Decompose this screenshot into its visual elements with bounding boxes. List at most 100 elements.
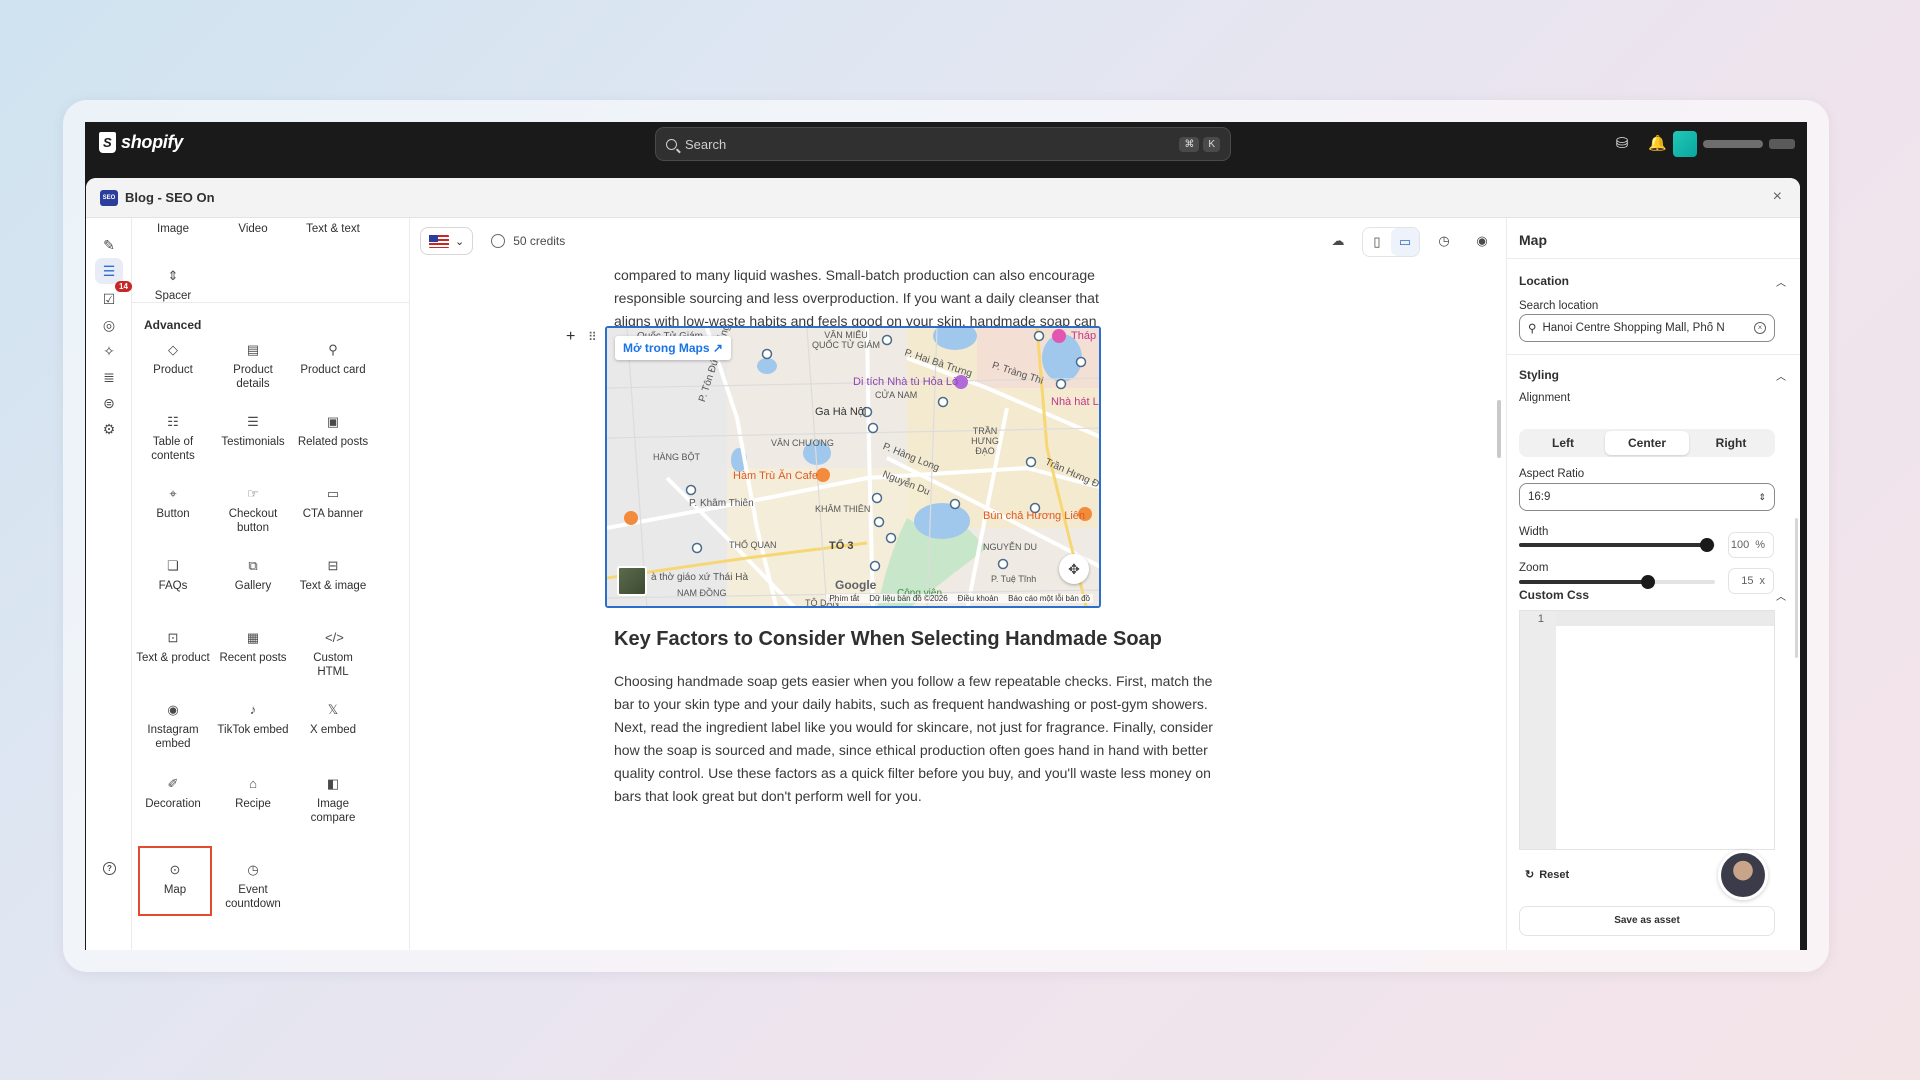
block-x-embed[interactable]: 𝕏 X embed — [296, 702, 370, 737]
credits-label: 50 credits — [513, 234, 566, 248]
search-seo-icon[interactable]: ⊜ — [95, 390, 123, 416]
block-recipe[interactable]: ⌂ Recipe — [216, 776, 290, 811]
align-left-option[interactable]: Left — [1521, 431, 1605, 455]
block-video[interactable]: Video — [216, 222, 290, 236]
chevron-up-icon[interactable]: ︿ — [1776, 588, 1786, 603]
layers-icon[interactable]: ◎ — [95, 312, 123, 338]
search-input[interactable]: Search ⌘ K — [655, 127, 1231, 161]
drag-handle-icon[interactable]: ⠿ — [588, 330, 597, 344]
width-label: Width — [1519, 526, 1549, 538]
block-faqs[interactable]: ❏ FAQs — [136, 558, 210, 593]
block-decoration[interactable]: ✐ Decoration — [136, 776, 210, 811]
store-switcher[interactable] — [1673, 131, 1795, 157]
help-icon[interactable]: ? — [103, 862, 116, 875]
map-fullscreen-icon[interactable]: ✥ — [1059, 554, 1089, 584]
block-event-countdown[interactable]: ◷ Event countdown — [216, 862, 290, 911]
cloud-sync-icon[interactable]: ☁ — [1324, 227, 1352, 255]
block-map[interactable]: ⊙ Map — [138, 846, 212, 916]
gear-icon[interactable]: ⚙ — [95, 416, 123, 442]
top-icons: ⛁ 🔔 — [1616, 134, 1667, 152]
block-image-compare[interactable]: ◧ Image compare — [296, 776, 370, 825]
block-table-of-contents[interactable]: ☷ Table of contents — [136, 414, 210, 463]
block-label: Product — [153, 364, 193, 376]
block-text-image[interactable]: ⊟ Text & image — [296, 558, 370, 593]
preview-eye-icon[interactable]: ◉ — [1468, 227, 1496, 255]
map-poi: Nhà hát L — [1051, 396, 1099, 408]
block-product-details[interactable]: ▤ Product details — [216, 342, 290, 391]
testimonials-icon: ☰ — [247, 414, 259, 429]
language-selector[interactable]: ⌄ — [420, 227, 474, 255]
map-data-credit: Dữ liệu bản đồ ©2026 — [869, 594, 948, 603]
desktop-view-icon[interactable]: ▭ — [1391, 228, 1419, 256]
width-value-box[interactable]: 100 % — [1728, 532, 1774, 558]
map-attribution: Phím tắt Dữ liệu bản đồ ©2026 Điều khoản… — [826, 594, 1093, 603]
width-slider[interactable] — [1519, 538, 1715, 552]
shopify-admin: shopify Search ⌘ K ⛁ 🔔 SEO Blog - SEO On… — [85, 122, 1807, 950]
custom-css-section-title[interactable]: Custom Css — [1519, 588, 1589, 602]
custom-css-editor[interactable]: 1 — [1519, 610, 1775, 850]
zoom-slider-handle[interactable] — [1641, 575, 1656, 589]
block-product[interactable]: ◇ Product — [136, 342, 210, 377]
align-right-option[interactable]: Right — [1689, 431, 1773, 455]
reset-button[interactable]: ↻ Reset — [1525, 868, 1569, 882]
add-block-icon[interactable]: + — [566, 328, 575, 346]
block-label: Product details — [233, 364, 273, 390]
settings-scrollbar[interactable] — [1795, 518, 1798, 658]
block-image[interactable]: Image — [136, 222, 210, 236]
spacer-icon: ⇕ — [167, 268, 179, 283]
block-tiktok-embed[interactable]: ♪ TikTok embed — [216, 702, 290, 737]
map-label: CỬA NAM — [875, 390, 918, 400]
clear-icon[interactable]: × — [1754, 322, 1766, 334]
chevron-up-icon[interactable]: ︿ — [1776, 368, 1786, 383]
x-icon: 𝕏 — [327, 702, 339, 717]
checklist-icon[interactable]: ☑ 14 — [95, 281, 132, 312]
keyboard-shortcuts-link[interactable]: Phím tắt — [829, 594, 859, 603]
canvas-scrollbar[interactable] — [1497, 400, 1501, 458]
block-label: Checkout button — [228, 508, 278, 534]
block-checkout-button[interactable]: ☞ Checkout button — [216, 486, 290, 535]
location-section-title[interactable]: Location — [1519, 274, 1569, 288]
styling-section-title[interactable]: Styling — [1519, 368, 1559, 382]
align-center-option[interactable]: Center — [1605, 431, 1689, 455]
aspect-ratio-value: 16:9 — [1528, 491, 1551, 503]
section-heading[interactable]: Key Factors to Consider When Selecting H… — [614, 628, 1162, 651]
store-icon[interactable]: ⛁ — [1616, 134, 1629, 152]
block-text-text[interactable]: Text & text — [296, 222, 370, 236]
edit-icon[interactable]: ✎ — [95, 232, 123, 258]
location-search-input[interactable]: ⚲ Hanoi Centre Shopping Mall, Phố N × — [1519, 314, 1775, 342]
map-embed[interactable]: Quốc Tử Giám VĂN MIẾU QUỐC TỬ GIÁM P. Ha… — [605, 326, 1101, 608]
block-cta-banner[interactable]: ▭ CTA banner — [296, 486, 370, 521]
block-product-card[interactable]: ⚲ Product card — [296, 342, 370, 377]
aspect-ratio-select[interactable]: 16:9 ⇕ — [1519, 483, 1775, 511]
bell-icon[interactable]: 🔔 — [1648, 134, 1667, 152]
width-slider-handle[interactable] — [1700, 538, 1715, 552]
block-custom-html[interactable]: </> Custom HTML — [296, 630, 370, 679]
zoom-slider[interactable] — [1519, 575, 1715, 589]
mobile-view-icon[interactable]: ▯ — [1363, 228, 1391, 256]
block-label: Instagram embed — [147, 724, 199, 750]
block-text-product[interactable]: ⊡ Text & product — [136, 630, 210, 665]
outline-icon[interactable]: ≣ — [95, 364, 123, 390]
open-in-maps-link[interactable]: Mở trong Maps ↗ — [615, 336, 731, 360]
chevron-up-icon[interactable]: ︿ — [1776, 274, 1786, 289]
terms-link[interactable]: Điều khoản — [958, 594, 998, 603]
save-as-asset-button[interactable]: Save as asset — [1519, 906, 1775, 936]
satellite-toggle[interactable] — [617, 566, 647, 596]
block-recent-posts[interactable]: ▦ Recent posts — [216, 630, 290, 665]
zoom-value-box[interactable]: 15 x — [1728, 568, 1774, 594]
block-button[interactable]: ⌖ Button — [136, 486, 210, 521]
support-avatar[interactable] — [1718, 850, 1768, 900]
report-error-link[interactable]: Báo cáo một lỗi bản đồ — [1008, 594, 1090, 603]
shopify-logo[interactable]: shopify — [99, 132, 183, 153]
map-label: TỔ 3 — [829, 540, 854, 552]
block-testimonials[interactable]: ☰ Testimonials — [216, 414, 290, 449]
brand-name: shopify — [121, 132, 183, 152]
close-icon[interactable]: × — [1773, 188, 1782, 206]
block-instagram-embed[interactable]: ◉ Instagram embed — [136, 702, 210, 751]
sparkle-icon[interactable]: ✧ — [95, 338, 123, 364]
body-paragraph[interactable]: Choosing handmade soap gets easier when … — [614, 670, 1214, 808]
block-spacer[interactable]: ⇕ Spacer — [136, 268, 210, 303]
block-related-posts[interactable]: ▣ Related posts — [296, 414, 370, 449]
block-gallery[interactable]: ⧉ Gallery — [216, 558, 290, 593]
history-icon[interactable]: ◷ — [1430, 227, 1458, 255]
